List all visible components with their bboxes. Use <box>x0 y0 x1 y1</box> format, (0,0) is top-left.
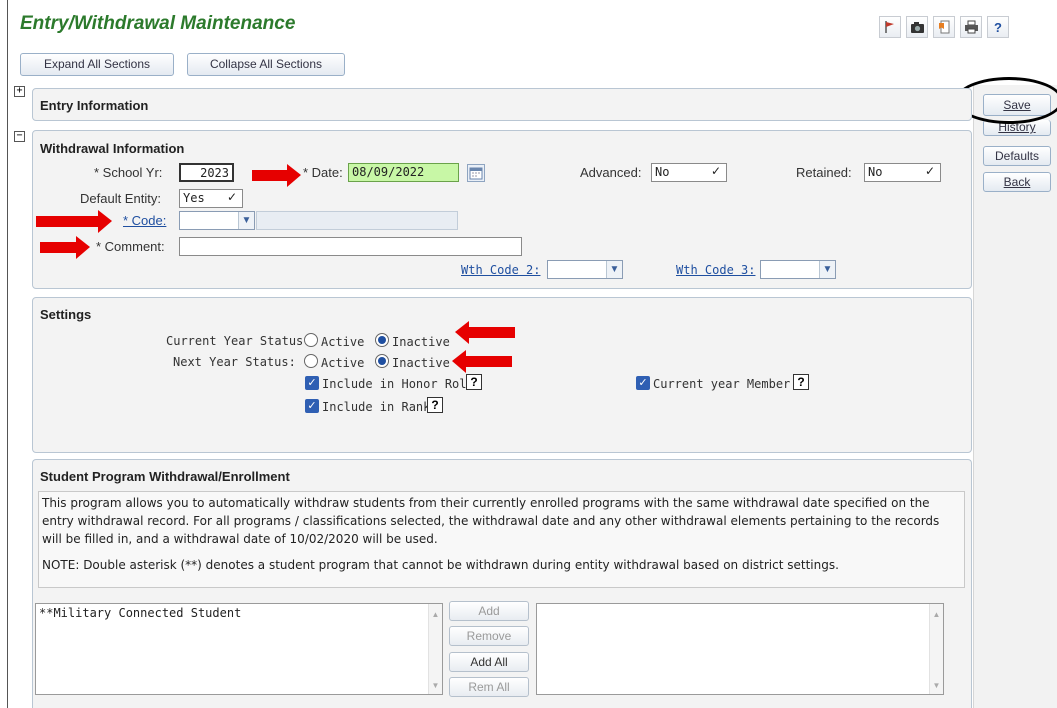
next-year-inactive-label: Inactive <box>392 356 450 370</box>
default-entity-label: Default Entity: <box>80 191 161 206</box>
current-year-inactive-radio[interactable] <box>375 333 389 347</box>
advanced-label: Advanced: <box>580 165 642 180</box>
next-year-active-radio[interactable] <box>304 354 318 368</box>
expand-all-button[interactable]: Expand All Sections <box>20 53 174 76</box>
current-year-status-label: Current Year Status: <box>166 334 311 348</box>
collapse-withdrawal-toggle[interactable]: − <box>14 131 25 142</box>
program-description-text: This program allows you to automatically… <box>42 496 940 546</box>
wth-code2-link[interactable]: Wth Code 2: <box>461 263 540 277</box>
current-member-label: Current year Member <box>653 377 791 391</box>
settings-section: Settings <box>32 297 972 453</box>
honor-roll-checkbox[interactable]: ✓ <box>305 376 319 390</box>
current-member-checkbox[interactable]: ✓ <box>636 376 650 390</box>
list-item[interactable]: **Military Connected Student <box>39 606 241 620</box>
retained-select[interactable]: No ✓ <box>864 163 941 182</box>
available-programs-list[interactable]: **Military Connected Student ▲ ▼ <box>35 603 443 695</box>
next-year-status-label: Next Year Status: <box>173 355 296 369</box>
comment-label: * Comment: <box>96 239 165 254</box>
next-year-active-label: Active <box>321 356 365 370</box>
remove-button[interactable]: Remove <box>449 626 529 646</box>
comment-arrow <box>40 236 90 259</box>
selected-programs-list[interactable]: ▲ ▼ <box>536 603 944 695</box>
date-arrow <box>252 164 301 187</box>
chevron-down-icon: ✓ <box>924 164 935 178</box>
next-year-inactive-radio[interactable] <box>375 354 389 368</box>
current-year-active-radio[interactable] <box>304 333 318 347</box>
chevron-down-icon: ✓ <box>226 190 237 204</box>
current-year-active-label: Active <box>321 335 365 349</box>
print-icon[interactable] <box>960 16 982 38</box>
help-icon[interactable]: ? <box>987 16 1009 38</box>
school-yr-label: * School Yr: <box>94 165 163 180</box>
program-description: This program allows you to automatically… <box>38 491 965 588</box>
add-all-button[interactable]: Add All <box>449 652 529 672</box>
add-button[interactable]: Add <box>449 601 529 621</box>
scrollbar[interactable]: ▲ ▼ <box>428 604 442 694</box>
collapse-all-button[interactable]: Collapse All Sections <box>187 53 345 76</box>
settings-section-title: Settings <box>40 307 92 322</box>
wth-code2-dropdown[interactable]: ▼ <box>547 260 623 279</box>
rank-help-icon[interactable]: ? <box>427 397 443 413</box>
wth-code3-dropdown[interactable]: ▼ <box>760 260 836 279</box>
bookmark-icon[interactable] <box>933 16 955 38</box>
toolbar-icons: ? <box>879 16 1009 38</box>
program-note-text: NOTE: Double asterisk (**) denotes a stu… <box>42 558 839 572</box>
comment-input[interactable] <box>179 237 522 256</box>
rank-checkbox[interactable]: ✓ <box>305 399 319 413</box>
camera-icon[interactable] <box>906 16 928 38</box>
page-title: Entry/Withdrawal Maintenance <box>20 13 296 34</box>
defaults-button[interactable]: Defaults <box>983 146 1051 166</box>
wth-code3-link[interactable]: Wth Code 3: <box>676 263 755 277</box>
current-member-help-icon[interactable]: ? <box>793 374 809 390</box>
expand-entry-toggle[interactable]: + <box>14 86 25 97</box>
code-description-field <box>256 211 458 230</box>
code-dropdown[interactable]: ▼ <box>179 211 255 230</box>
honor-roll-help-icon[interactable]: ? <box>466 374 482 390</box>
code-link[interactable]: * Code: <box>123 213 166 228</box>
dropdown-arrow-icon: ▼ <box>606 261 622 278</box>
honor-roll-label: Include in Honor Roll <box>322 377 474 391</box>
retained-label: Retained: <box>796 165 852 180</box>
flag-icon[interactable] <box>879 16 901 38</box>
entry-section-title: Entry Information <box>40 98 149 113</box>
date-label: * Date: <box>303 165 343 180</box>
school-yr-input[interactable]: 2023 <box>179 163 234 182</box>
default-entity-select[interactable]: Yes ✓ <box>179 189 243 208</box>
entry-information-section: Entry Information <box>32 88 972 121</box>
program-section-title: Student Program Withdrawal/Enrollment <box>40 469 290 484</box>
back-button[interactable]: Back <box>983 172 1051 192</box>
code-arrow <box>36 210 112 233</box>
dropdown-arrow-icon: ▼ <box>238 212 254 229</box>
rank-label: Include in Rank <box>322 400 431 414</box>
next-year-arrow <box>452 350 512 373</box>
dropdown-arrow-icon: ▼ <box>819 261 835 278</box>
scrollbar[interactable]: ▲ ▼ <box>929 604 943 694</box>
calendar-icon[interactable] <box>467 164 485 182</box>
chevron-down-icon: ✓ <box>710 164 721 178</box>
current-year-arrow <box>455 321 515 344</box>
rem-all-button[interactable]: Rem All <box>449 677 529 697</box>
current-year-inactive-label: Inactive <box>392 335 450 349</box>
withdrawal-section-title: Withdrawal Information <box>40 141 185 156</box>
advanced-select[interactable]: No ✓ <box>651 163 727 182</box>
date-input[interactable]: 08/09/2022 <box>348 163 459 182</box>
